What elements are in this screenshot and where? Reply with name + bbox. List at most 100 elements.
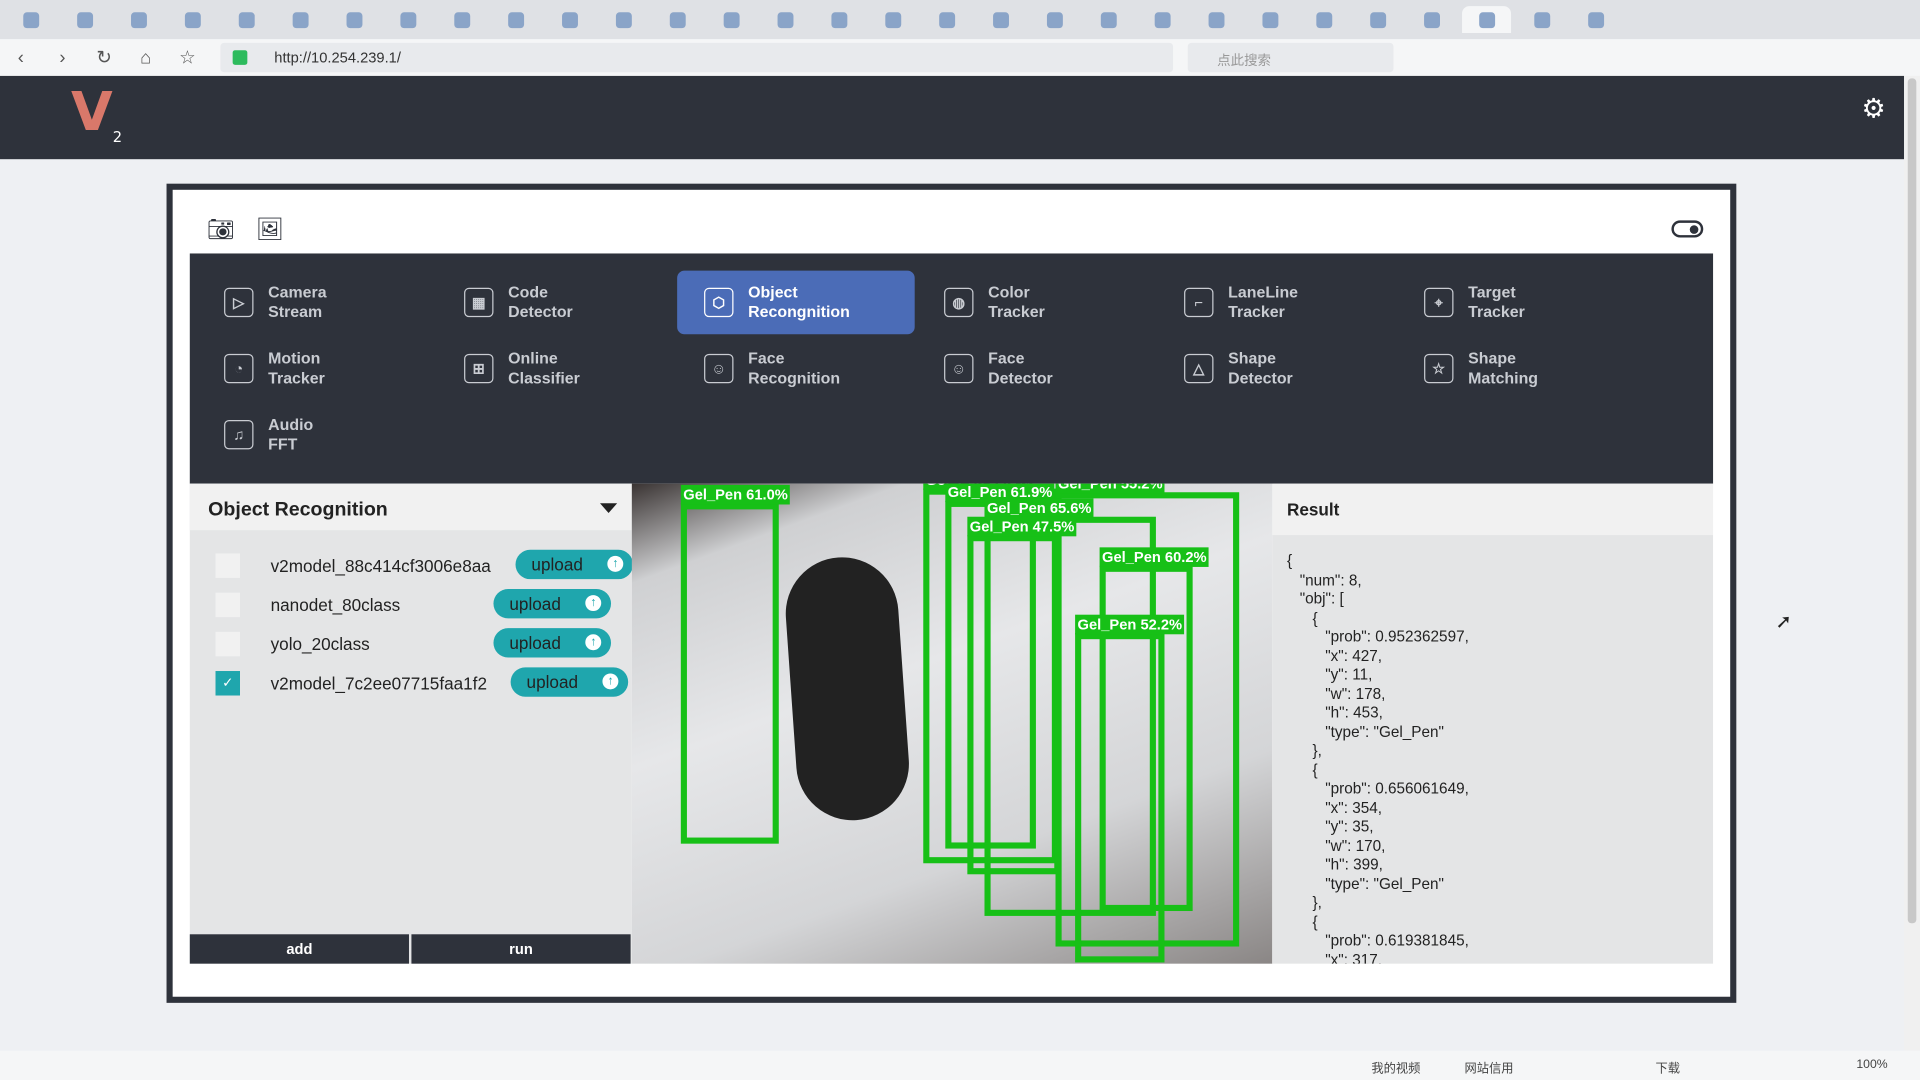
menu-item[interactable]: ☆ Shape Matching xyxy=(1397,337,1635,401)
browser-tab[interactable] xyxy=(869,6,916,33)
home-icon[interactable]: ⌂ xyxy=(125,47,167,68)
browser-tab[interactable] xyxy=(492,6,539,33)
browser-tab[interactable] xyxy=(223,6,270,33)
menu-item[interactable]: ♫ Audio FFT xyxy=(197,403,435,467)
menu-item-label: Audio FFT xyxy=(268,415,314,454)
browser-tab[interactable] xyxy=(1085,6,1132,33)
model-row: nanodet_80class upload ↑ xyxy=(190,584,632,623)
reload-icon[interactable]: ↻ xyxy=(83,47,125,69)
gear-icon[interactable]: ⚙ xyxy=(1862,93,1886,125)
browser-tab[interactable] xyxy=(438,6,485,33)
menu-item[interactable]: ☺ Face Recognition xyxy=(677,337,915,401)
result-json: { "num": 8, "obj": [ { "prob": 0.9523625… xyxy=(1286,552,1469,964)
browser-tab[interactable] xyxy=(654,6,701,33)
menu-item[interactable]: ⌖ Target Tracker xyxy=(1397,271,1635,335)
browser-toolbar: ‹ › ↻ ⌂ ☆ http://10.254.239.1/ 点此搜索 xyxy=(0,39,1920,76)
back-icon[interactable]: ‹ xyxy=(0,47,42,68)
menu-item[interactable]: ⌐ LaneLine Tracker xyxy=(1157,271,1395,335)
menu-item[interactable]: ▷ Camera Stream xyxy=(197,271,435,335)
upload-button[interactable]: upload ↑ xyxy=(510,667,629,697)
browser-tab-strip xyxy=(0,0,1920,40)
browser-tab[interactable] xyxy=(546,6,593,33)
upload-button[interactable]: upload ↑ xyxy=(515,549,634,580)
zoom-level[interactable]: 100% xyxy=(1856,1058,1887,1071)
browser-tab[interactable] xyxy=(384,6,431,33)
mic-icon: ♫ xyxy=(224,420,254,450)
model-checkbox[interactable] xyxy=(215,553,241,578)
tab-favicon-icon xyxy=(776,11,793,28)
detection-box xyxy=(680,503,779,844)
browser-tab[interactable] xyxy=(115,6,162,33)
menu-item[interactable]: ◍ Color Tracker xyxy=(917,271,1155,335)
browser-tab[interactable] xyxy=(61,6,108,33)
menu-item[interactable]: ◔ Motion Tracker xyxy=(197,337,435,401)
detection-box xyxy=(967,535,1061,875)
upload-button[interactable]: upload ↑ xyxy=(493,628,612,658)
lane-icon: ⌐ xyxy=(1184,287,1214,318)
browser-tab[interactable] xyxy=(1031,6,1078,33)
browser-tab[interactable] xyxy=(600,6,647,33)
browser-tab[interactable] xyxy=(277,6,324,33)
model-panel-header[interactable]: Object Recognition xyxy=(189,483,632,531)
page-scrollbar[interactable] xyxy=(1904,75,1920,1051)
browser-tab[interactable] xyxy=(1572,6,1619,33)
my-videos-link[interactable]: 我的视频 xyxy=(1371,1058,1420,1076)
browser-tab[interactable] xyxy=(816,6,863,33)
palette-icon: ◍ xyxy=(944,287,974,318)
address-bar[interactable]: http://10.254.239.1/ xyxy=(220,42,1174,73)
theme-toggle[interactable] xyxy=(1671,220,1704,238)
camera-view: Gel_Pen 61.0%Gel_Pen 58.6%Gel_Pen 61.9%G… xyxy=(631,483,1273,964)
tab-favicon-icon xyxy=(76,11,93,28)
menu-item-label: Object Recongnition xyxy=(748,282,850,321)
browser-tab[interactable] xyxy=(1139,6,1186,33)
browser-tab[interactable] xyxy=(977,6,1024,33)
browser-tab[interactable] xyxy=(923,6,970,33)
menu-item[interactable]: ⬡ Object Recongnition xyxy=(677,270,915,335)
browser-tab[interactable] xyxy=(1300,6,1347,33)
logo-sub: 2 xyxy=(112,128,123,146)
site-credit-link[interactable]: 网站信用 xyxy=(1464,1058,1513,1076)
menu-item-label: Shape Matching xyxy=(1468,348,1539,387)
menu-item[interactable]: ⊞ Online Classifier xyxy=(437,337,675,401)
browser-tab[interactable] xyxy=(1354,6,1401,33)
model-checkbox[interactable] xyxy=(215,592,241,618)
model-checkbox[interactable] xyxy=(215,631,241,657)
browser-tab[interactable] xyxy=(762,6,809,33)
star-icon[interactable]: ☆ xyxy=(167,47,209,69)
menu-item[interactable]: ▦ Code Detector xyxy=(437,271,675,335)
download-link[interactable]: 下载 xyxy=(1656,1058,1680,1076)
model-checkbox[interactable]: ✓ xyxy=(215,671,241,696)
tab-favicon-icon xyxy=(1261,11,1278,28)
browser-tab[interactable] xyxy=(1518,6,1565,33)
screen: ‹ › ↻ ⌂ ☆ http://10.254.239.1/ 点此搜索 V2 ⚙… xyxy=(0,0,1920,1080)
shapes-icon: △ xyxy=(1184,353,1214,384)
app-header: V2 ⚙ xyxy=(0,75,1905,160)
browser-tab[interactable] xyxy=(708,6,755,33)
add-button[interactable]: add xyxy=(189,934,409,964)
browser-tab[interactable] xyxy=(1193,6,1240,33)
model-row: v2model_88c414cf3006e8aa upload ↑ xyxy=(190,545,634,584)
browser-tab[interactable] xyxy=(7,6,54,33)
run-button[interactable]: run xyxy=(411,934,631,964)
detection-label: Gel_Pen 61.0% xyxy=(680,484,791,505)
main-panel: 📷︎ 🖼︎ ▷ Camera Stream ▦ Code Detector ⬡ Object R… xyxy=(166,183,1737,1003)
arrow-up-icon: ↑ xyxy=(585,595,602,612)
model-row: yolo_20class upload ↑ xyxy=(190,623,632,662)
menu-item[interactable]: △ Shape Detector xyxy=(1157,337,1395,401)
caret-down-icon[interactable] xyxy=(600,503,618,514)
browser-tab[interactable] xyxy=(1408,6,1455,33)
detection-box xyxy=(1075,633,1165,963)
upload-button[interactable]: upload ↑ xyxy=(493,588,612,619)
menu-item[interactable]: ☺ Face Detector xyxy=(917,337,1155,401)
tab-favicon-icon xyxy=(1207,11,1224,28)
browser-tab[interactable] xyxy=(169,6,216,33)
browser-tab[interactable] xyxy=(1247,6,1294,33)
search-input[interactable]: 点此搜索 xyxy=(1187,42,1394,73)
tab-favicon-icon xyxy=(884,11,901,28)
forward-icon[interactable]: › xyxy=(42,47,84,68)
browser-tab[interactable] xyxy=(1462,6,1512,34)
browser-tab[interactable] xyxy=(331,6,378,33)
image-icon[interactable]: 🖼︎ xyxy=(256,217,284,243)
camera-icon[interactable]: 📷︎ xyxy=(207,217,235,243)
arrow-up-icon: ↑ xyxy=(607,555,624,572)
